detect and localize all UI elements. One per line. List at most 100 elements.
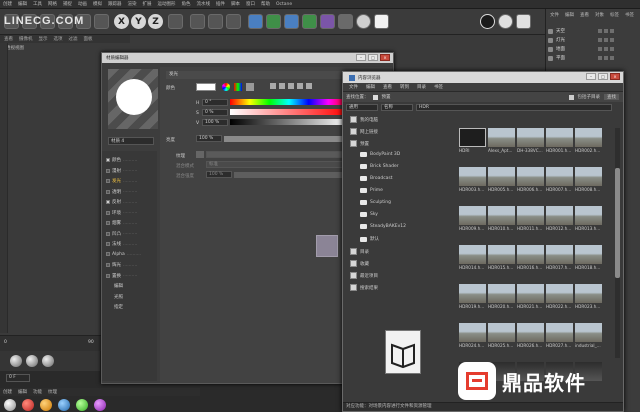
brightness-field[interactable]: 100 % (196, 135, 222, 142)
minimize-button[interactable]: – (586, 73, 596, 80)
material-thumb[interactable] (94, 399, 106, 411)
material-menu-item[interactable]: 功能 (33, 389, 42, 395)
thumbnail[interactable]: HDR005.h... (488, 167, 515, 195)
channel-item[interactable]: 凹凸.......... (106, 231, 152, 237)
app-menu-item[interactable]: 网格 (48, 1, 57, 7)
octane-icon[interactable] (480, 14, 495, 29)
channel-checkbox[interactable] (106, 221, 110, 225)
app-menu-item[interactable]: 模拟 (93, 1, 102, 7)
pen-icon[interactable] (266, 14, 281, 29)
app-menu-item[interactable]: 角色 (182, 1, 191, 7)
picker-icon[interactable] (306, 83, 312, 89)
channel-checkbox[interactable] (106, 263, 110, 267)
channel-item[interactable]: 反射.......... (106, 199, 152, 205)
thumbnail[interactable]: HDR001.h... (546, 128, 573, 156)
channel-item[interactable]: 光照 (106, 294, 152, 300)
app-menu-item[interactable]: 帮助 (261, 1, 270, 7)
app-menu-item[interactable]: 编辑 (18, 1, 27, 7)
object-menu-item[interactable]: 对象 (595, 12, 604, 18)
z-axis-button[interactable]: Z (148, 14, 163, 29)
material-menu-item[interactable]: 纹理 (48, 389, 57, 395)
material-thumb[interactable] (4, 399, 16, 411)
channel-item[interactable]: 颜色.......... (106, 157, 152, 163)
v-value-field[interactable]: 100 % (202, 119, 228, 126)
thumbnail[interactable]: HDR003.h... (459, 167, 486, 195)
thumbnail[interactable]: Alexs_Apt... (488, 128, 515, 156)
channel-checkbox[interactable] (106, 179, 110, 183)
x-axis-button[interactable]: X (114, 14, 129, 29)
image-icon[interactable] (246, 83, 254, 91)
content-menu-item[interactable]: 目录 (417, 84, 426, 90)
thumbnail[interactable]: HDRI (459, 128, 486, 156)
rgb-icon[interactable] (270, 83, 276, 89)
material-thumb[interactable] (76, 399, 88, 411)
close-button[interactable]: × (610, 73, 620, 80)
mix-strength-field[interactable]: 100 % (206, 171, 232, 178)
thumbnail[interactable]: HDR022.h... (546, 284, 573, 312)
render-view-icon[interactable] (190, 14, 205, 29)
texture-field[interactable] (206, 151, 350, 158)
hue-slider[interactable] (230, 99, 348, 105)
frame-field[interactable]: 0 F (6, 374, 30, 382)
s-value-field[interactable]: 0 % (202, 109, 228, 116)
maximize-button[interactable]: □ (368, 54, 378, 61)
channel-checkbox[interactable] (106, 252, 110, 256)
thumbnail[interactable]: HDR026.h... (517, 323, 544, 351)
app-menu-item[interactable]: 窗口 (246, 1, 255, 7)
type-dropdown[interactable]: 通用 (346, 103, 378, 111)
thumbnail[interactable]: HDR006.h... (517, 167, 544, 195)
channel-checkbox[interactable] (106, 242, 110, 246)
app-menu-item[interactable]: 创建 (3, 1, 12, 7)
thumbnail[interactable]: HDR008.h... (575, 167, 602, 195)
content-menu-item[interactable]: 编辑 (366, 84, 375, 90)
scrollbar[interactable] (615, 128, 620, 358)
viewport-menu-item[interactable]: 摄像机 (19, 36, 33, 42)
thumbnail[interactable]: HDR015.h... (488, 245, 515, 273)
thumbnail[interactable]: HDR027.h... (546, 323, 573, 351)
channel-item[interactable]: 环境.......... (106, 210, 152, 216)
app-menu-item[interactable]: 渲染 (128, 1, 137, 7)
coordinate-icon[interactable] (168, 14, 183, 29)
object-row[interactable]: 灯光 (548, 37, 614, 43)
viewport-menu-item[interactable]: 显示 (39, 36, 48, 42)
thumbnail[interactable]: HDR012.h... (546, 206, 573, 234)
thumbnail[interactable]: HDR014.h... (459, 245, 486, 273)
material-ball[interactable] (10, 355, 22, 367)
tree-item[interactable]: Broadcast (360, 176, 393, 181)
channel-item[interactable]: 透明.......... (106, 189, 152, 195)
app-menu-item[interactable]: 跟踪器 (108, 1, 122, 7)
thumbnail[interactable]: industrial_... (575, 323, 602, 351)
cube-icon[interactable] (248, 14, 263, 29)
value-slider[interactable] (230, 119, 348, 125)
thumbnail[interactable]: HDR017.h... (546, 245, 573, 273)
spectrum-icon[interactable] (234, 83, 242, 91)
object-menu-item[interactable]: 书签 (625, 12, 634, 18)
thumbnail[interactable]: HDR021.h... (517, 284, 544, 312)
app-menu-item[interactable]: 工具 (33, 1, 42, 7)
viewport-menu-item[interactable]: 面板 (84, 36, 93, 42)
brightness-slider[interactable] (224, 136, 350, 142)
object-menu-item[interactable]: 查看 (580, 12, 589, 18)
thumbnail[interactable]: HDR025.h... (488, 323, 515, 351)
channel-checkbox[interactable] (106, 189, 110, 194)
object-menu-item[interactable]: 标签 (610, 12, 619, 18)
maximize-button[interactable]: □ (598, 73, 608, 80)
channel-item[interactable]: 烟雾.......... (106, 220, 152, 226)
close-button[interactable]: × (380, 54, 390, 61)
scrollbar-thumb[interactable] (615, 168, 620, 278)
viewport-menu-item[interactable]: 查看 (4, 36, 13, 42)
channel-item[interactable]: 发光.......... (106, 178, 152, 184)
tree-item[interactable]: Brick Shader (360, 164, 399, 169)
material-editor-titlebar[interactable]: 材质编辑器 – □ × (102, 53, 393, 63)
channel-item[interactable]: 置换.......... (106, 273, 152, 279)
filter-dropdown[interactable]: 名称 (381, 103, 413, 111)
light-icon[interactable] (374, 14, 389, 29)
camera-icon[interactable] (356, 14, 371, 29)
settings-icon[interactable] (498, 14, 513, 29)
object-menu-item[interactable]: 文件 (550, 12, 559, 18)
minimize-button[interactable]: – (356, 54, 366, 61)
render-icon[interactable] (208, 14, 223, 29)
mix-strength-slider[interactable] (234, 172, 350, 178)
content-browser-titlebar[interactable]: 内容浏览器 – □ × (343, 72, 623, 83)
app-menu-item[interactable]: 脚本 (231, 1, 240, 7)
